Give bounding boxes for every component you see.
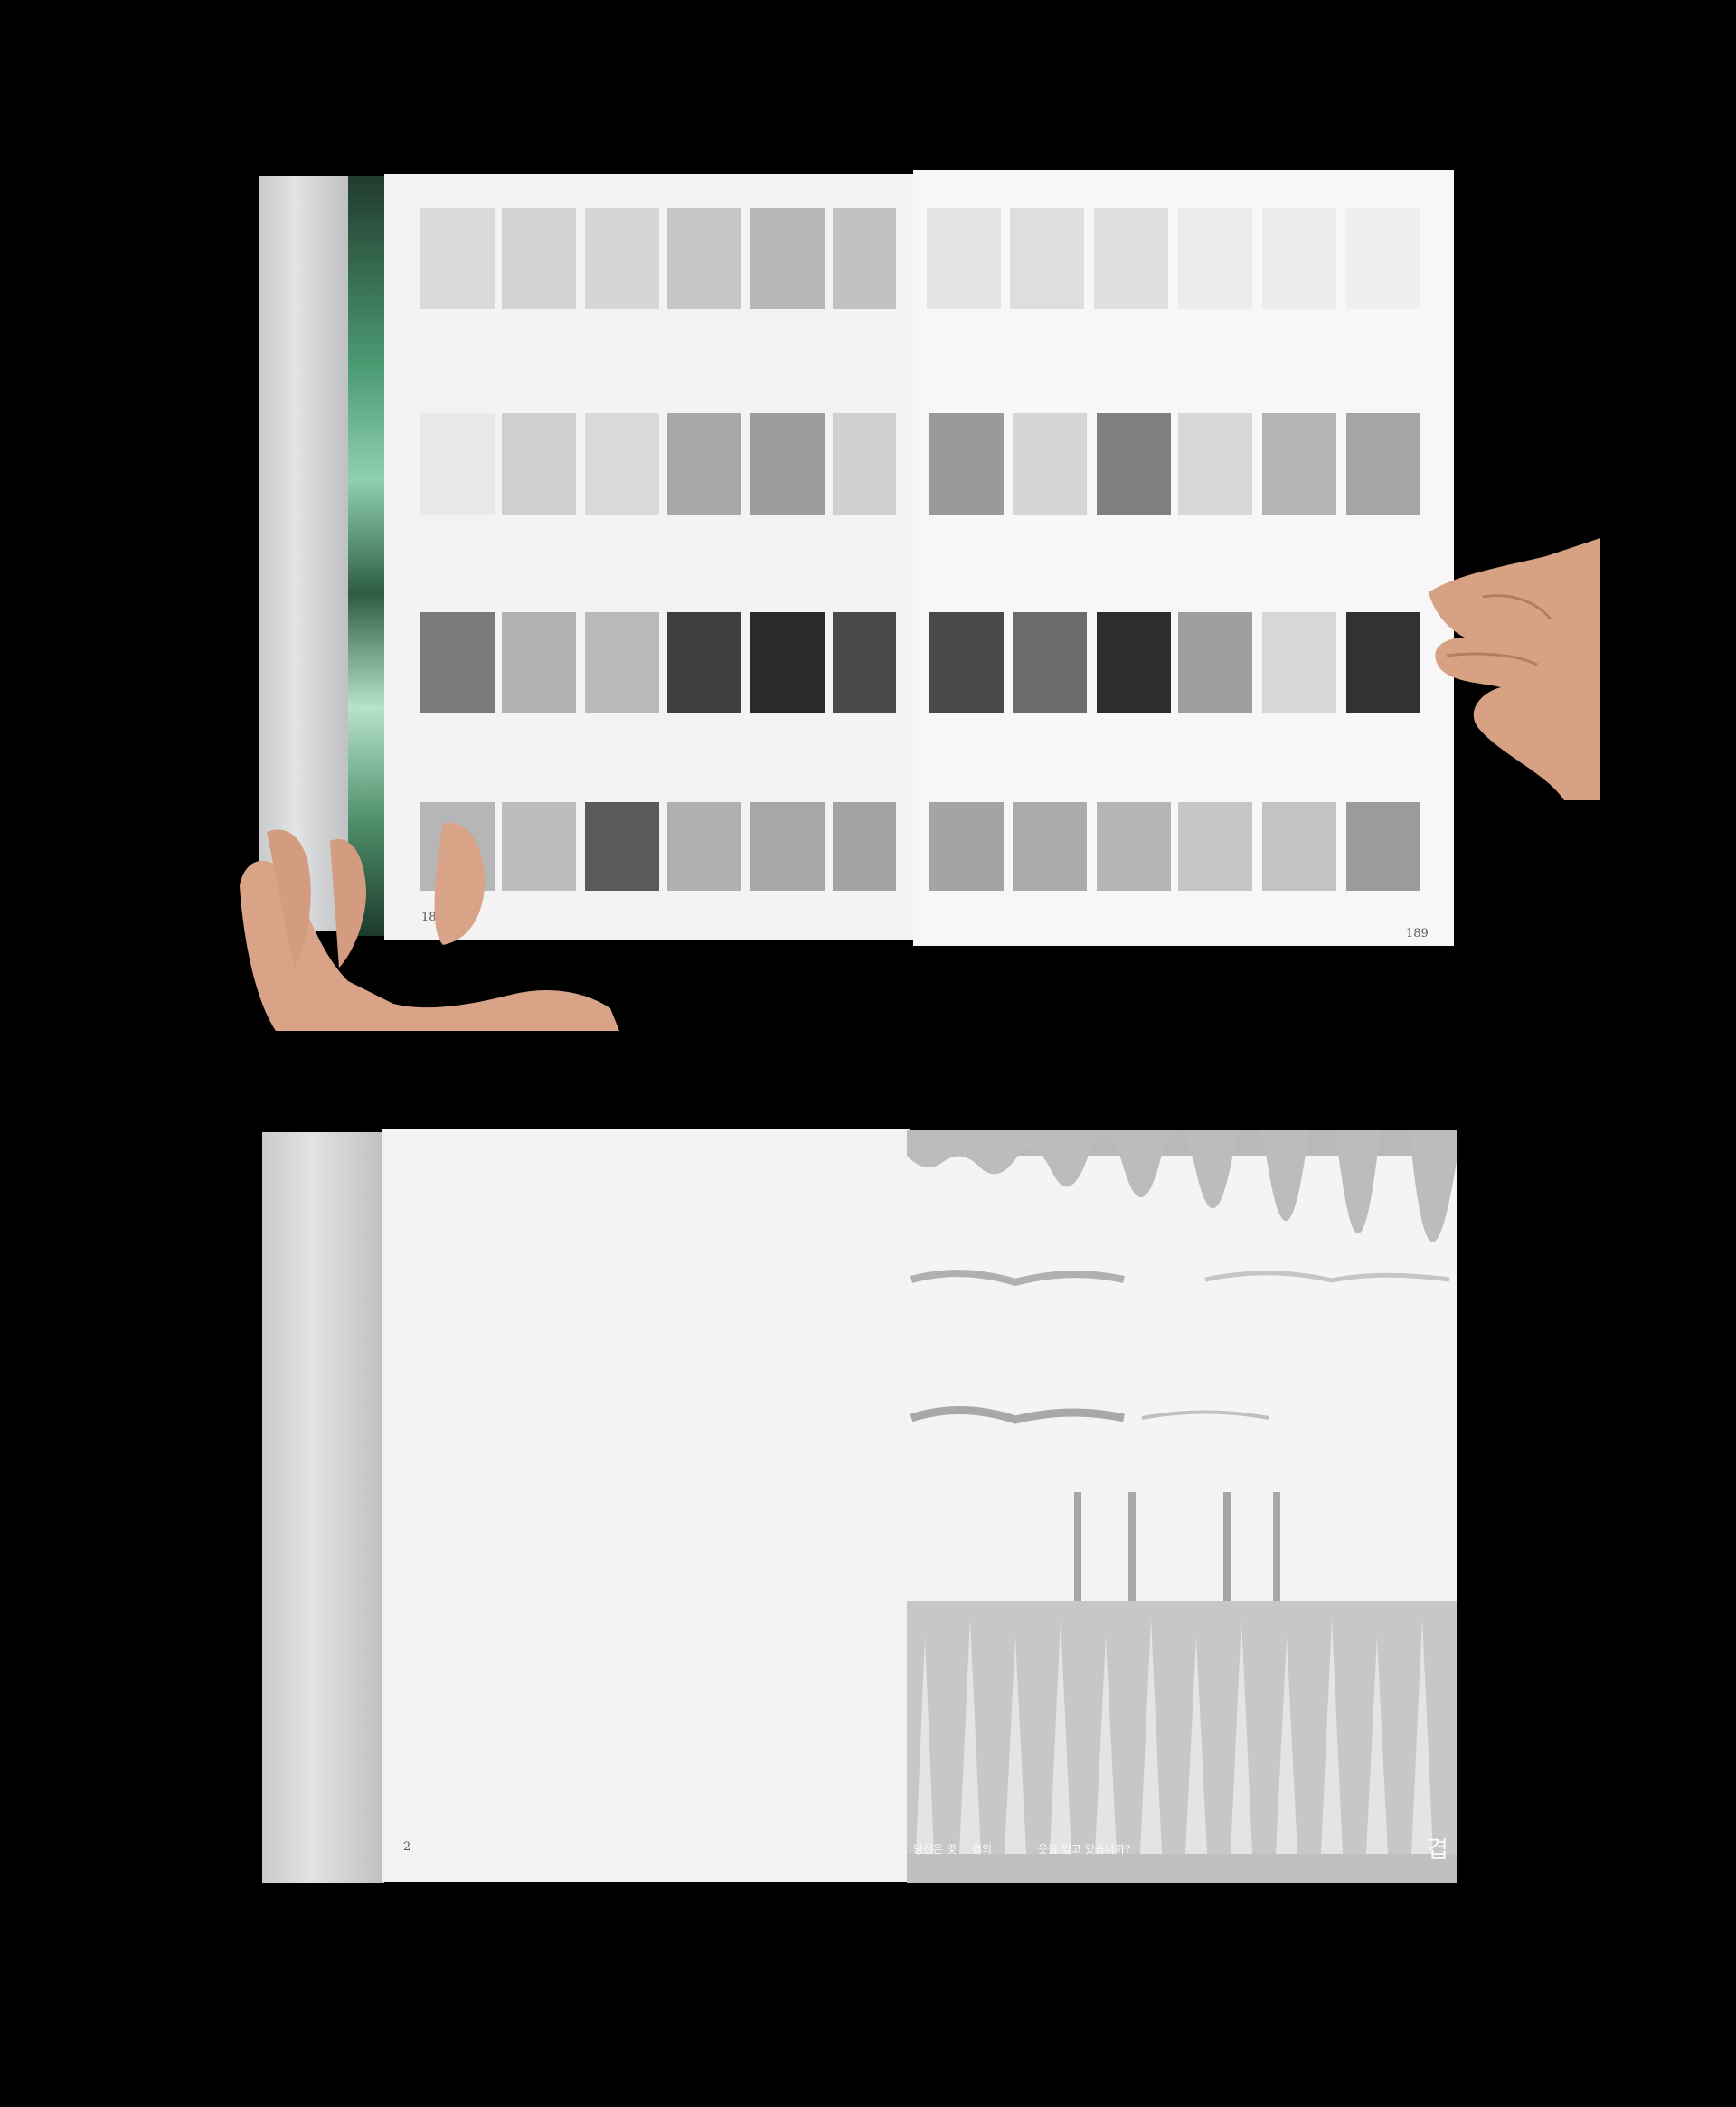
bottom-left-page	[382, 1129, 910, 1882]
right-hand	[1429, 538, 1600, 800]
generative-texture-artwork	[907, 1130, 1457, 1883]
left-hand	[240, 823, 619, 1031]
right-page-number: 189	[1406, 927, 1429, 940]
bottom-book-cover-edge	[262, 1132, 384, 1883]
bottom-left-page-number: 2	[403, 1840, 411, 1854]
large-character-title: 겹	[1427, 1837, 1448, 1864]
right-thumbnail-grid	[927, 208, 1420, 891]
caption-part-1: 당신은 몇	[913, 1843, 957, 1856]
caption-part-3: 옷을 입고 있습니까?	[1038, 1843, 1131, 1856]
left-thumbnail-grid	[420, 208, 896, 891]
bottom-book-spread: 2 당신은 몇 겹의 옷을 입고 있습니까? 겹	[0, 1121, 1736, 2107]
top-book-spread: 188 189	[0, 0, 1736, 1040]
colored-page-edges	[348, 176, 386, 936]
book-cover-edge	[259, 176, 350, 931]
caption-part-2: 겹의	[972, 1843, 993, 1856]
